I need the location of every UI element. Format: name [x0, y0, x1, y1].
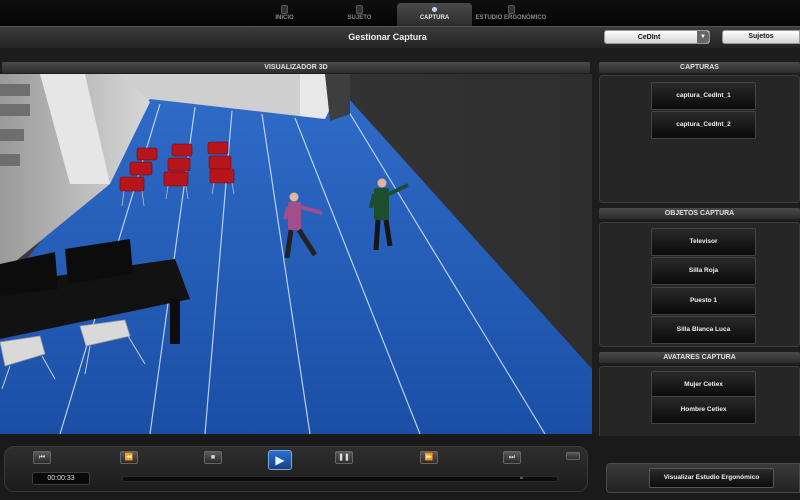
viewer-3d[interactable] — [0, 74, 592, 434]
group-select[interactable]: CeDInt ▼ — [604, 30, 710, 44]
stop-icon[interactable]: ■ — [204, 451, 222, 464]
avatar-item-mujer[interactable]: Mujer Cetiex — [651, 371, 756, 399]
object-item-puesto-1[interactable]: Puesto 1 — [651, 287, 756, 315]
avatar-item-hombre[interactable]: Hombre Cetiex — [651, 396, 756, 424]
tab-inicio[interactable]: INICIO — [247, 3, 322, 26]
tab-inicio-label: INICIO — [275, 15, 294, 21]
tab-sujeto-label: SUJETO — [347, 15, 372, 21]
viewer-title: VISUALIZADOR 3D — [2, 62, 590, 73]
rewind-icon[interactable]: ⏪ — [120, 451, 138, 464]
estudio-icon — [507, 5, 515, 14]
inicio-icon — [281, 5, 288, 14]
player-controls — [4, 446, 588, 492]
tab-estudio-label: ESTUDIO ERGONÓMICO — [475, 15, 547, 21]
tab-captura[interactable]: CAPTURA — [397, 3, 472, 26]
capture-item-2[interactable]: captura_CedInt_2 — [651, 111, 756, 139]
top-navigation: INICIO SUJETO CAPTURA ESTUDIO ERGONÓMICO — [0, 0, 800, 26]
captures-title: CAPTURAS — [599, 62, 800, 73]
group-select-value: CeDInt — [637, 34, 661, 41]
captura-icon — [432, 7, 437, 12]
timeline-track[interactable] — [122, 476, 558, 482]
avatars-title: AVATARES CAPTURA — [599, 352, 800, 363]
tab-captura-label: CAPTURA — [419, 15, 450, 21]
objects-title: OBJETOS CAPTURA — [599, 208, 800, 219]
visualizar-estudio-button[interactable]: Visualizar Estudio Ergonómico — [649, 468, 774, 488]
object-item-silla-roja[interactable]: Silla Roja — [651, 257, 756, 285]
sujetos-button[interactable]: Sujetos — [722, 30, 800, 44]
app-window: INICIO SUJETO CAPTURA ESTUDIO ERGONÓMICO… — [0, 0, 800, 500]
tab-sujeto[interactable]: SUJETO — [322, 3, 397, 26]
time-display: 00:00:33 — [32, 472, 90, 485]
fast-forward-icon[interactable]: ⏩ — [420, 451, 438, 464]
scene-3d — [0, 74, 592, 434]
chevron-down-icon[interactable]: ▼ — [697, 31, 709, 43]
object-item-silla-blanca-luca[interactable]: Silla Blanca Luca — [651, 316, 756, 344]
pause-icon[interactable]: ❚❚ — [335, 451, 353, 464]
sujeto-icon — [356, 5, 363, 14]
object-item-televisor[interactable]: Televisor — [651, 228, 756, 256]
skip-start-icon[interactable]: ⏮ — [33, 451, 51, 464]
play-icon[interactable]: ▶ — [268, 450, 292, 470]
capture-item-1[interactable]: captura_CedInt_1 — [651, 82, 756, 110]
menu-icon[interactable] — [566, 452, 580, 460]
skip-end-icon[interactable]: ⏭ — [503, 451, 521, 464]
timeline-marker[interactable] — [520, 477, 523, 479]
tab-estudio-ergonomico[interactable]: ESTUDIO ERGONÓMICO — [472, 3, 550, 26]
